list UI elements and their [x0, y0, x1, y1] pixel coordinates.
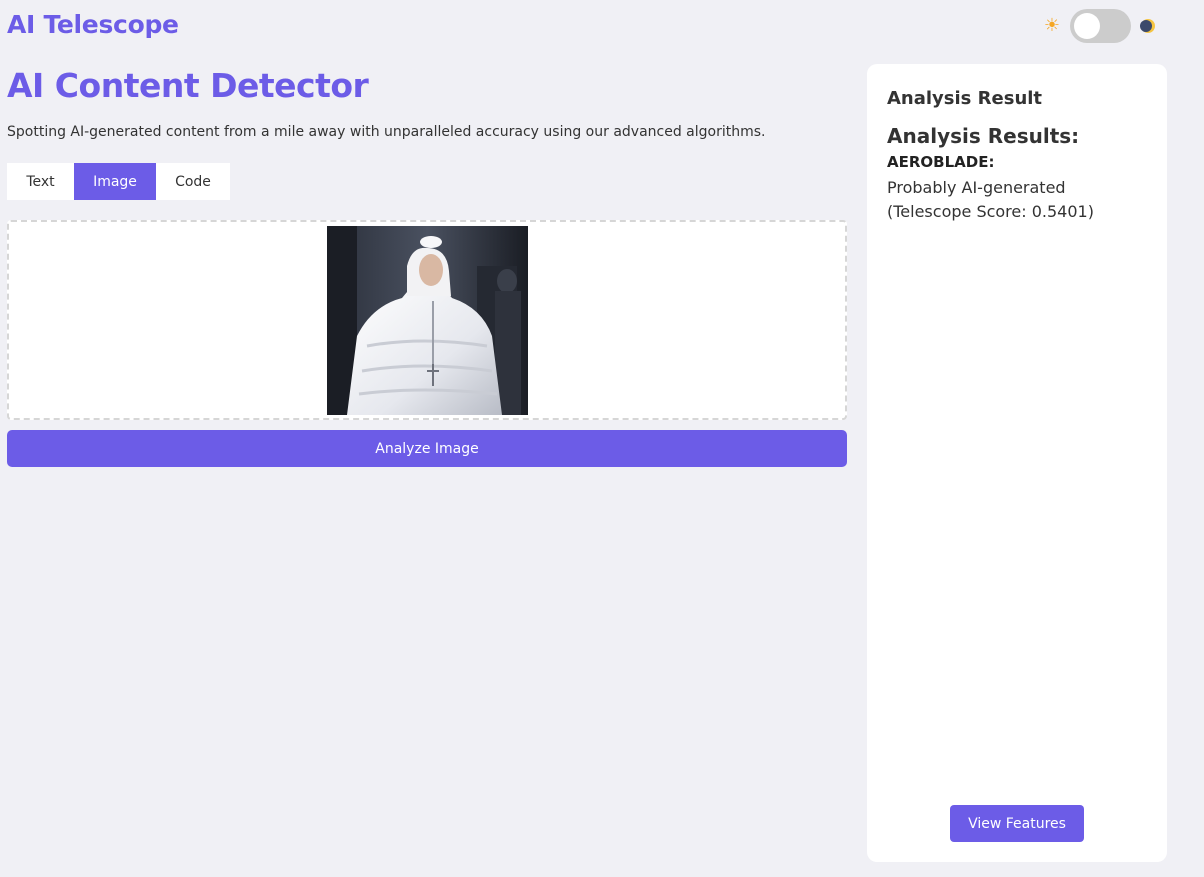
- sun-icon: ☀: [1043, 15, 1061, 36]
- image-dropzone[interactable]: [7, 220, 847, 420]
- tab-text[interactable]: Text: [7, 163, 74, 200]
- content-type-tabs: Text Image Code: [7, 163, 230, 200]
- dark-mode-toggle[interactable]: [1070, 9, 1131, 43]
- tab-image[interactable]: Image: [74, 163, 156, 200]
- tab-code[interactable]: Code: [156, 163, 230, 200]
- analyze-image-button[interactable]: Analyze Image: [7, 430, 847, 467]
- preview-illustration: [327, 226, 528, 415]
- results-title: Analysis Results:: [887, 124, 1080, 148]
- uploaded-image-preview: [327, 226, 528, 415]
- model-name: AEROBLADE:: [887, 153, 995, 171]
- view-features-button[interactable]: View Features: [950, 805, 1084, 842]
- toggle-knob: [1074, 13, 1100, 39]
- app-logo[interactable]: AI Telescope: [7, 10, 179, 39]
- telescope-score: (Telescope Score: 0.5401): [887, 202, 1094, 221]
- analysis-result-panel: Analysis Result Analysis Results: AEROBL…: [867, 64, 1167, 862]
- page-title: AI Content Detector: [7, 66, 369, 105]
- verdict-text: Probably AI-generated (Telescope Score: …: [887, 176, 1094, 224]
- result-panel-heading: Analysis Result: [887, 88, 1043, 109]
- theme-switcher: ☀: [1042, 9, 1162, 43]
- verdict-label: Probably AI-generated: [887, 178, 1066, 197]
- page-subtitle: Spotting AI-generated content from a mil…: [7, 124, 766, 140]
- moon-icon: [1140, 19, 1155, 33]
